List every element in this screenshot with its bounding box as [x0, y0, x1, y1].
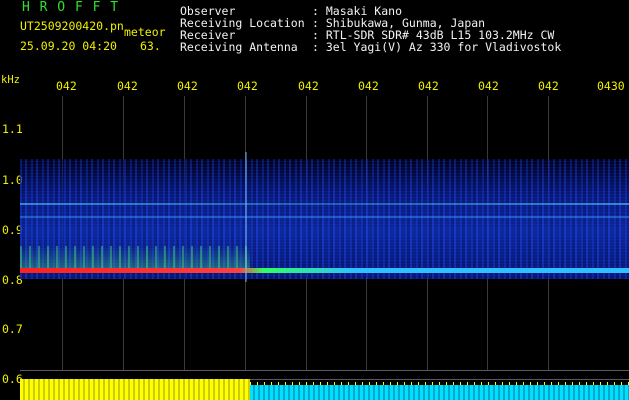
signal-level-peaks: [250, 382, 629, 385]
hrofft-screen: { "header": { "app_name": "H R O F F T",…: [0, 0, 629, 400]
y-unit-label: kHz: [1, 74, 20, 86]
spectrogram: [20, 96, 629, 379]
x-tick-label: 042: [56, 79, 77, 93]
antenna-label: Receiving Antenna: [180, 40, 298, 54]
x-tick-label: 042: [177, 79, 198, 93]
x-tick-label: 042: [298, 79, 319, 93]
signal-level-bar: [20, 379, 250, 400]
filename-label: UT2509200420.pn: [20, 19, 124, 33]
count-label: 63.: [140, 39, 161, 53]
x-tick-label: 042: [418, 79, 439, 93]
app-title: H R O F F T: [22, 0, 120, 15]
datetime-label: 25.09.20 04:20: [20, 39, 117, 53]
signal-level-bar: [250, 385, 629, 400]
mode-label: meteor: [124, 25, 166, 39]
meteor-echoes: [20, 246, 250, 268]
carrier-line: [20, 216, 629, 218]
antenna-value: : 3el Yagi(V) Az 330 for Vladivostok: [312, 40, 562, 54]
x-tick-label: 042: [538, 79, 559, 93]
x-tick-label: 042: [478, 79, 499, 93]
x-tick-label: 042: [237, 79, 258, 93]
x-tick-label: 042: [117, 79, 138, 93]
carrier-line: [20, 203, 629, 205]
baseline-rule: [20, 370, 629, 371]
meteor-echo-line: [245, 152, 247, 282]
x-tick-label: 0430: [597, 79, 625, 93]
x-tick-label: 042: [358, 79, 379, 93]
signal-trace: [20, 268, 629, 273]
